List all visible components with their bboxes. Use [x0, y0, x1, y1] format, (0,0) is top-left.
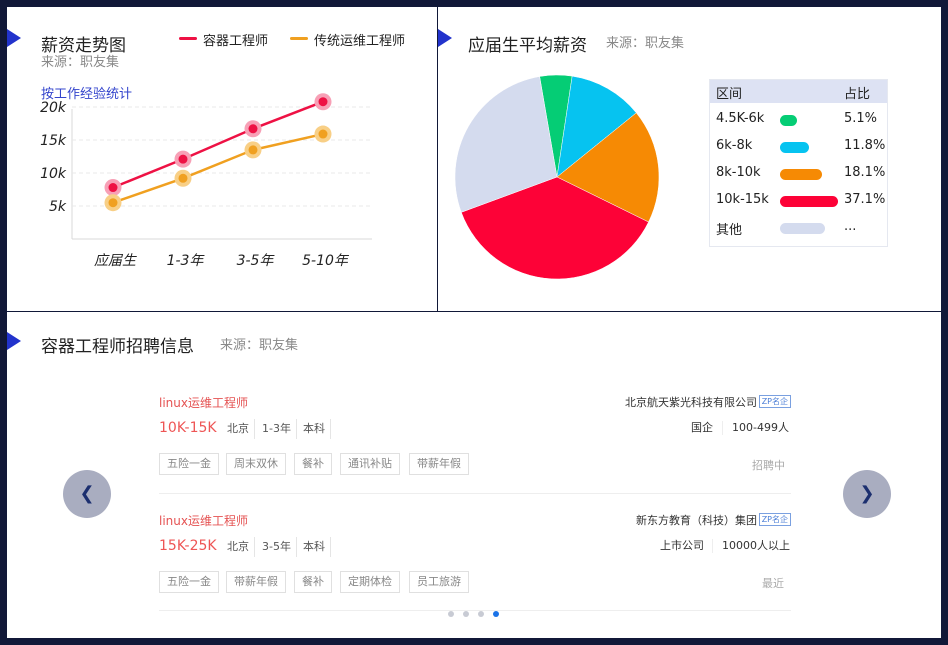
data-point[interactable]: [318, 97, 328, 107]
company-type: 上市公司: [660, 539, 704, 552]
legend-range: 4.5K-6k: [716, 111, 765, 126]
job-tag: 带薪年假: [226, 571, 286, 593]
pagination-dot[interactable]: [478, 611, 484, 617]
section-marker-icon: [7, 332, 21, 350]
job-tag: 带薪年假: [409, 453, 469, 475]
company-badge: ZP名企: [758, 513, 791, 526]
card-divider: [159, 610, 791, 611]
carousel-prev-button[interactable]: ❮: [63, 470, 111, 518]
job-experience: 1-3年: [257, 419, 297, 439]
legend-share: 18.1%: [844, 165, 886, 180]
legend-swatch: [780, 223, 826, 234]
job-salary: 15K-25K: [159, 538, 217, 554]
salary-line-chart: 5k 10k 15k 20k 应届生 1-3年 3-5年 5-10年: [40, 93, 372, 269]
job-education: 本科: [298, 537, 331, 557]
job-listing-panel: 容器工程师招聘信息 来源：职友集 ❮ ❯ linux运维工程师 10K-15K …: [7, 312, 941, 638]
job-status: 最近: [762, 577, 784, 590]
job-tag: 餐补: [294, 453, 332, 475]
legend-share: 37.1%: [844, 192, 886, 207]
carousel-next-button[interactable]: ❯: [843, 470, 891, 518]
pagination-dot[interactable]: [493, 611, 499, 617]
pagination-dot[interactable]: [463, 611, 469, 617]
data-point[interactable]: [108, 183, 118, 193]
legend-range: 6k-8k: [716, 138, 753, 153]
company-size: 100-499人: [732, 421, 789, 434]
jobs-source: 来源：职友集: [220, 338, 299, 353]
legend-swatch: [780, 142, 809, 153]
job-city: 北京: [222, 537, 255, 557]
job-tag: 定期体检: [340, 571, 400, 593]
legend-range: 其他: [716, 223, 743, 238]
company-size: 10000人以上: [722, 539, 790, 552]
legend-range: 10k-15k: [716, 192, 769, 207]
legend-share: 11.8%: [844, 138, 886, 153]
job-salary: 10K-15K: [159, 420, 217, 436]
job-status: 招聘中: [752, 459, 785, 472]
graduate-salary-panel: 应届生平均薪资 来源：职友集 区间 占比 4.5K-6k 5.1% 6k-8k 11.…: [438, 7, 941, 311]
job-tag: 周末双休: [226, 453, 286, 475]
job-title-link[interactable]: linux运维工程师: [159, 512, 248, 529]
data-point[interactable]: [108, 198, 118, 208]
company-type: 国企: [691, 421, 713, 434]
y-tick-label: 15k: [40, 133, 67, 149]
salary-trend-panel: 薪资走势图 来源：职友集 容器工程师 传统运维工程师 按工作经验统计 5k 10k…: [7, 7, 437, 311]
pie-legend-table: 区间 占比 4.5K-6k 5.1% 6k-8k 11.8% 8k-10k 18.1% 10…: [709, 79, 888, 247]
series-line: [112, 100, 324, 189]
legend-share: 5.1%: [844, 111, 878, 126]
data-point[interactable]: [248, 145, 258, 155]
legend-share: ...: [844, 219, 857, 234]
y-tick-label: 5k: [49, 199, 67, 215]
info-divider: [722, 421, 723, 435]
company-name-link[interactable]: 北京航天紫光科技有限公司: [625, 394, 757, 410]
job-education: 本科: [298, 419, 331, 439]
legend-range: 8k-10k: [716, 165, 761, 180]
data-point[interactable]: [178, 173, 188, 183]
info-divider: [712, 539, 713, 553]
data-point[interactable]: [318, 129, 328, 139]
legend-header-share: 占比: [844, 87, 871, 102]
job-tag: 通讯补贴: [340, 453, 400, 475]
company-badge: ZP名企: [758, 395, 791, 408]
legend-swatch: [780, 169, 822, 180]
data-point[interactable]: [178, 154, 188, 164]
job-tag: 餐补: [294, 571, 332, 593]
company-name-link[interactable]: 新东方教育（科技）集团: [636, 512, 757, 528]
chevron-left-icon: ❮: [79, 483, 95, 504]
legend-header-range: 区间: [716, 87, 743, 102]
job-tag: 五险一金: [159, 453, 219, 475]
chevron-right-icon: ❯: [859, 483, 875, 504]
x-tick-label: 1-3年: [167, 253, 206, 269]
job-experience: 3-5年: [257, 537, 297, 557]
x-tick-label: 3-5年: [237, 253, 276, 269]
x-tick-label: 应届生: [94, 253, 137, 269]
pagination-dot[interactable]: [448, 611, 454, 617]
y-tick-label: 10k: [40, 166, 67, 182]
y-tick-label: 20k: [40, 100, 67, 116]
legend-swatch: [780, 115, 798, 126]
job-title-link[interactable]: linux运维工程师: [159, 394, 248, 411]
jobs-title: 容器工程师招聘信息: [41, 337, 194, 357]
data-point[interactable]: [248, 124, 258, 134]
salary-pie-chart: [454, 74, 660, 280]
legend-swatch: [780, 196, 838, 207]
job-tag: 五险一金: [159, 571, 219, 593]
job-city: 北京: [222, 419, 255, 439]
job-tag: 员工旅游: [409, 571, 469, 593]
card-divider: [159, 493, 791, 494]
x-tick-label: 5-10年: [302, 253, 350, 269]
